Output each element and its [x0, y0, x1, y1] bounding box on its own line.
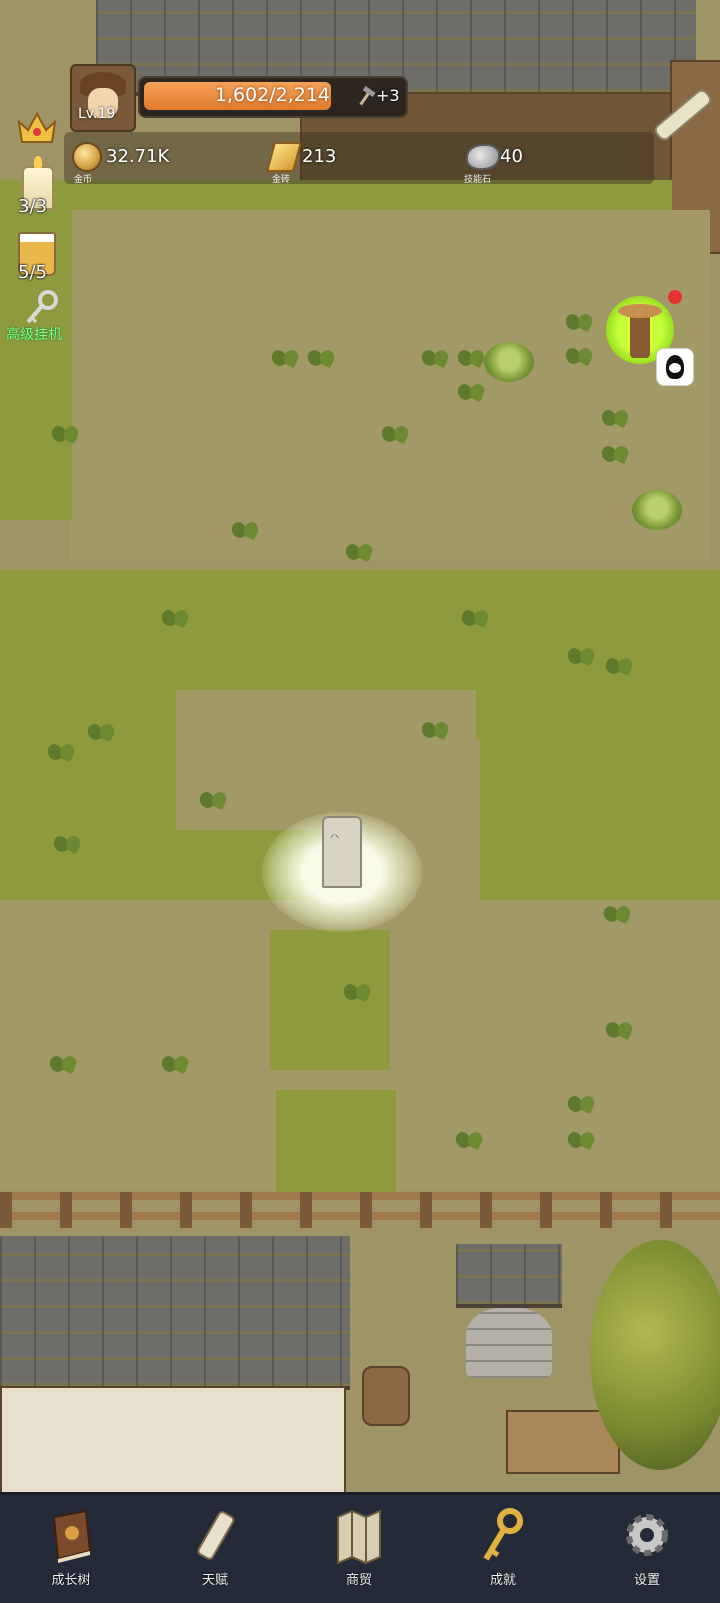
resource-gold-bar[interactable]: 213 金砖	[265, 134, 446, 185]
grass-lower-patch	[270, 930, 390, 1070]
crop-sprout	[454, 1126, 484, 1150]
resource-coin[interactable]: 32.71K 金币	[68, 134, 248, 185]
crop-sprout	[198, 786, 228, 810]
book-icon	[52, 1509, 92, 1563]
stone-well	[466, 1308, 552, 1378]
coin-value: 32.71K	[106, 146, 170, 167]
crop-sprout	[456, 344, 486, 368]
gold-bar-caption: 金砖	[272, 175, 291, 185]
crop-sprout	[564, 342, 594, 366]
xp-bonus: +3	[376, 86, 400, 105]
bottom-nav: 成长树 天赋 商贸 成就 设置	[0, 1492, 720, 1603]
crop-sprout	[46, 738, 76, 762]
notification-dot	[668, 290, 682, 304]
crop-sprout	[460, 604, 490, 628]
crop-sprout	[380, 420, 410, 444]
crop-sprout	[86, 718, 116, 742]
skill-stone-value: 40	[500, 146, 523, 167]
cabbage	[484, 342, 534, 382]
nav-growth-tree-label: 成长树	[51, 1573, 91, 1588]
candle-count: 3/3	[18, 196, 47, 217]
nav-achievement[interactable]: 成就	[448, 1507, 558, 1597]
grass-top-strip	[72, 180, 672, 210]
oak-tree	[590, 1240, 720, 1470]
crop-sprout	[160, 1050, 190, 1074]
cabbage	[632, 490, 682, 530]
map-icon	[337, 1509, 381, 1565]
player-level: Lv.19	[78, 106, 116, 122]
qq-penguin-button[interactable]	[656, 348, 694, 386]
crop-sprout	[600, 440, 630, 464]
barrel	[362, 1366, 410, 1426]
nav-trade[interactable]: 商贸	[304, 1507, 414, 1597]
cat-stone-marker[interactable]: ᐟᐠ	[322, 816, 362, 888]
dirt-field-top	[70, 210, 710, 560]
gold-bar-icon	[265, 142, 303, 172]
nav-talent[interactable]: 天赋	[160, 1507, 270, 1597]
crop-sprout	[306, 344, 336, 368]
skill-stone-caption: 技能石	[464, 175, 492, 185]
crop-sprout	[456, 378, 486, 402]
scroll-icon	[197, 1511, 235, 1560]
nav-growth-tree[interactable]: 成长树	[16, 1507, 126, 1597]
crop-sprout	[420, 344, 450, 368]
coin-icon	[72, 142, 102, 172]
crop-sprout	[566, 1090, 596, 1114]
idle-key-icon[interactable]	[22, 288, 62, 328]
nav-talent-label: 天赋	[201, 1573, 228, 1588]
wooden-fence	[0, 1192, 720, 1228]
crop-sprout	[50, 420, 80, 444]
nav-trade-label: 商贸	[345, 1573, 372, 1588]
key-icon	[483, 1508, 523, 1561]
crop-sprout	[566, 642, 596, 666]
crop-sprout	[602, 900, 632, 924]
crop-sprout	[344, 538, 374, 562]
advanced-idle-label[interactable]: 高级挂机	[6, 324, 62, 344]
crop-sprout	[604, 652, 634, 676]
nav-achievement-label: 成就	[489, 1573, 516, 1588]
crop-sprout	[604, 1016, 634, 1040]
xp-text: 1,602/2,214	[214, 84, 330, 106]
bottom-building-roof	[0, 1236, 350, 1390]
crop-sprout	[52, 830, 82, 854]
resource-skill-stone[interactable]: 40 技能石	[462, 134, 642, 185]
nav-settings[interactable]: 设置	[592, 1507, 702, 1597]
well-roof	[456, 1244, 562, 1308]
crop-sprout	[420, 716, 450, 740]
crown-icon[interactable]	[16, 108, 58, 146]
crop-sprout	[342, 978, 372, 1002]
skill-stone-icon	[466, 144, 500, 170]
crop-sprout	[230, 516, 260, 540]
coin-caption: 金币	[74, 175, 93, 185]
crop-sprout	[566, 1126, 596, 1150]
crop-sprout	[270, 344, 300, 368]
grass-lower-patch-2	[276, 1090, 396, 1200]
grass-left-strip	[0, 180, 72, 520]
game-scene[interactable]: ᐟᐠ	[0, 0, 720, 1492]
hammer-icon	[359, 86, 376, 106]
bottom-building-wall	[0, 1386, 346, 1492]
gear-icon	[626, 1514, 668, 1556]
gold-bar-value: 213	[302, 146, 337, 167]
drink-count: 5/5	[18, 262, 47, 283]
crop-sprout	[564, 308, 594, 332]
crop-sprout	[600, 404, 630, 428]
nav-settings-label: 设置	[633, 1573, 660, 1588]
crop-sprout	[160, 604, 190, 628]
crop-sprout	[48, 1050, 78, 1074]
